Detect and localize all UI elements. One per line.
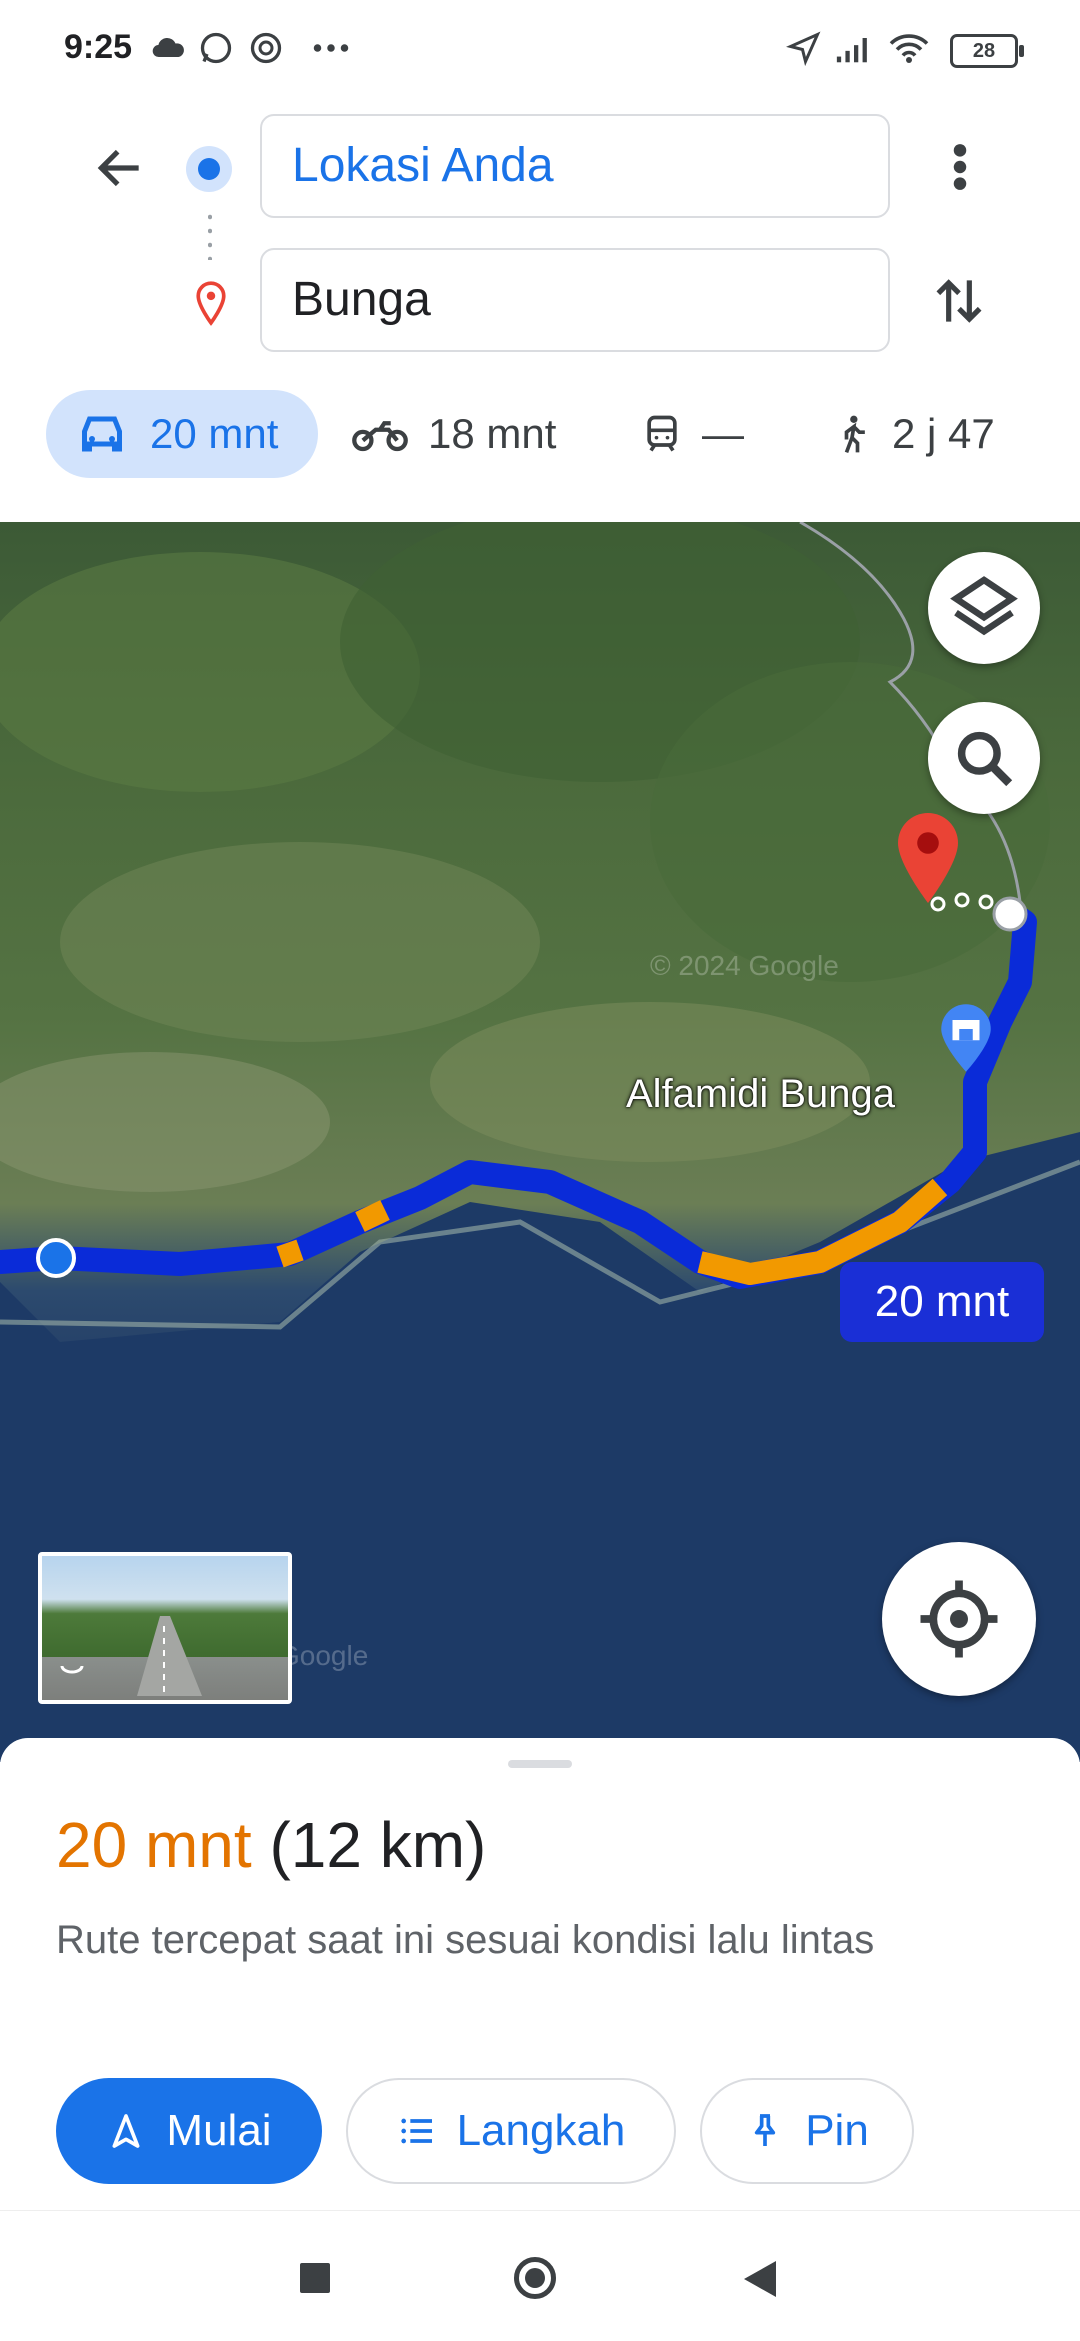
pushpin-icon bbox=[755, 2114, 776, 2146]
cloud-icon bbox=[152, 37, 184, 58]
map-watermark: © 2024 Google bbox=[650, 950, 839, 981]
tab-motorcycle-label: 18 mnt bbox=[428, 410, 557, 457]
layers-button[interactable] bbox=[928, 552, 1040, 664]
recents-button[interactable] bbox=[300, 2263, 330, 2293]
rotate-360-icon bbox=[60, 1665, 84, 1674]
layers-icon bbox=[950, 576, 1018, 636]
route-duration: 20 mnt (12 km) bbox=[56, 1808, 486, 1882]
route-connector bbox=[208, 210, 212, 260]
status-bar: 9:25 28 bbox=[0, 0, 1080, 100]
search-icon bbox=[957, 731, 1013, 787]
whatsapp-icon bbox=[200, 32, 232, 64]
destination-input[interactable]: Bunga bbox=[260, 248, 890, 352]
sheet-drag-handle[interactable] bbox=[508, 1760, 572, 1768]
tab-transit-label: — bbox=[702, 410, 744, 457]
distance-value: (12 km) bbox=[269, 1809, 487, 1881]
origin-dot-icon bbox=[186, 146, 232, 192]
tab-driving-label: 20 mnt bbox=[150, 410, 279, 457]
back-button[interactable] bbox=[744, 2261, 776, 2297]
route-eta-callout[interactable]: 20 mnt bbox=[840, 1262, 1044, 1342]
tab-walking-label: 2 j 47 bbox=[892, 410, 995, 457]
clock: 9:25 bbox=[64, 28, 133, 66]
travel-mode-tabs: 20 mnt 18 mnt — 2 j 47 bbox=[0, 390, 1080, 480]
map-search-button[interactable] bbox=[928, 702, 1040, 814]
wifi-icon bbox=[889, 34, 929, 63]
motorcycle-icon bbox=[352, 421, 408, 452]
threads-icon bbox=[250, 32, 282, 64]
steps-button[interactable]: Langkah bbox=[346, 2078, 676, 2184]
origin-input[interactable]: Lokasi Anda bbox=[260, 114, 890, 218]
place-label[interactable]: Alfamidi Bunga bbox=[626, 1072, 895, 1117]
tab-transit[interactable]: — bbox=[640, 390, 744, 478]
route-summary-sheet: 20 mnt (12 km) Rute tercepat saat ini se… bbox=[0, 1738, 1080, 2210]
pin-button[interactable]: Pin bbox=[700, 2078, 914, 2184]
tab-motorcycle[interactable]: 18 mnt bbox=[350, 390, 556, 478]
train-icon bbox=[647, 415, 677, 452]
more-vert-icon[interactable] bbox=[948, 142, 972, 192]
map-view[interactable]: Alfamidi Bunga 20 mnt © 2024 Google Goog… bbox=[0, 522, 1080, 1762]
my-location-button[interactable] bbox=[882, 1542, 1036, 1696]
walk-icon bbox=[844, 415, 865, 453]
pin-label: Pin bbox=[805, 2106, 869, 2155]
crosshair-location-icon bbox=[920, 1580, 998, 1658]
route-description: Rute tercepat saat ini sesuai kondisi la… bbox=[56, 1918, 875, 1962]
location-arrow-icon bbox=[786, 31, 821, 66]
navigation-arrow-icon bbox=[112, 2114, 140, 2148]
steps-label: Langkah bbox=[456, 2106, 626, 2155]
battery-indicator: 28 bbox=[950, 34, 1024, 68]
home-button[interactable] bbox=[514, 2257, 556, 2299]
destination-pin-icon bbox=[196, 281, 226, 326]
car-icon bbox=[82, 416, 122, 452]
shop-marker-icon[interactable] bbox=[938, 1002, 994, 1074]
tab-driving[interactable]: 20 mnt bbox=[46, 390, 318, 478]
street-view-image bbox=[60, 1616, 202, 1696]
street-view-thumbnail[interactable] bbox=[38, 1552, 292, 1704]
tab-walking[interactable]: 2 j 47 bbox=[830, 390, 995, 478]
destination-marker-icon[interactable] bbox=[892, 810, 964, 906]
signal-icon bbox=[836, 38, 867, 63]
back-arrow-icon[interactable] bbox=[92, 140, 148, 196]
list-icon bbox=[400, 2118, 432, 2144]
duration-value: 20 mnt bbox=[56, 1809, 252, 1881]
start-label: Mulai bbox=[166, 2106, 272, 2155]
system-navigation-bar bbox=[0, 2210, 1080, 2341]
swap-icon[interactable] bbox=[928, 270, 990, 332]
more-notifications-icon bbox=[313, 44, 349, 52]
start-button[interactable]: Mulai bbox=[56, 2078, 322, 2184]
